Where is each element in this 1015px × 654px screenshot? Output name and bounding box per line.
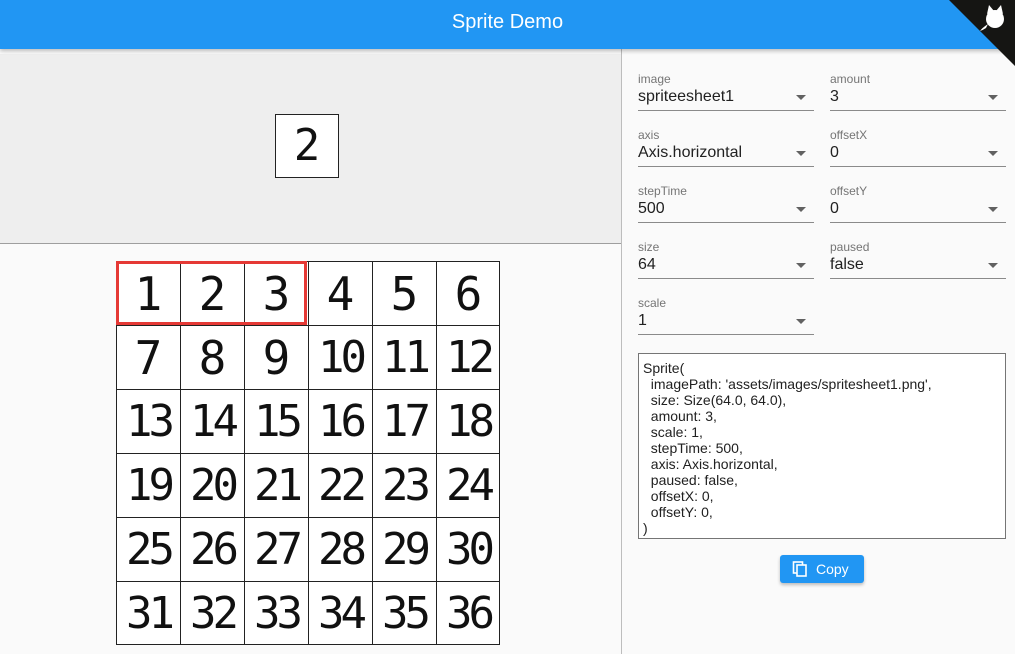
sprite-cell: 12 — [437, 326, 500, 390]
sprite-cell: 20 — [181, 454, 245, 518]
dropdown-arrow-icon — [796, 151, 806, 156]
dropdown-arrow-icon — [796, 263, 806, 268]
axis-value: Axis.horizontal — [638, 144, 743, 161]
sprite-cell: 28 — [309, 518, 373, 582]
dropdown-arrow-icon — [796, 95, 806, 100]
copy-icon — [792, 561, 807, 577]
sprite-cell: 33 — [245, 582, 309, 645]
sprite-cell: 17 — [373, 390, 437, 454]
sprite-cell: 7 — [117, 326, 181, 390]
offsetx-label: offsetX — [830, 128, 868, 142]
image-value: spriteesheet1 — [638, 88, 735, 105]
sprite-cell: 9 — [245, 326, 309, 390]
sprite-cell: 2 — [181, 262, 245, 326]
sprite-cell: 30 — [437, 518, 500, 582]
sprite-cell: 10 — [309, 326, 373, 390]
sprite-cell: 24 — [437, 454, 500, 518]
paused-select[interactable]: paused false — [830, 233, 1006, 279]
dropdown-arrow-icon — [988, 207, 998, 212]
sprite-cell: 16 — [309, 390, 373, 454]
axis-select[interactable]: axis Axis.horizontal — [638, 121, 814, 167]
sprite-cell: 23 — [373, 454, 437, 518]
app-bar: Sprite Demo — [0, 0, 1015, 49]
dropdown-arrow-icon — [988, 263, 998, 268]
copy-button-label: Copy — [816, 561, 849, 577]
sprite-cell: 1 — [117, 262, 181, 326]
sprite-preview: 2 — [275, 114, 339, 178]
dropdown-arrow-icon — [796, 319, 806, 324]
amount-select[interactable]: amount 3 — [830, 65, 1006, 111]
sprite-cell: 26 — [181, 518, 245, 582]
steptime-label: stepTime — [638, 184, 687, 198]
sprite-cell: 13 — [117, 390, 181, 454]
sprite-cell: 36 — [446, 588, 495, 639]
sprite-cell: 29 — [373, 518, 437, 582]
sprite-cell: 27 — [245, 518, 309, 582]
scale-select[interactable]: scale 1 — [638, 289, 814, 335]
sprite-cell: 14 — [181, 390, 245, 454]
sprite-cell: 31 — [117, 582, 181, 645]
generated-code-box[interactable]: Sprite( imagePath: 'assets/images/sprite… — [638, 353, 1006, 539]
amount-value: 3 — [830, 88, 839, 105]
sprite-cell: 6 — [437, 262, 500, 326]
spritesheet-grid: 1 2 3 4 5 6 7 8 9 10 11 12 13 14 15 16 17 18 19 20 21 22 23 24 2… — [116, 261, 500, 645]
dropdown-arrow-icon — [796, 207, 806, 212]
copy-button[interactable]: Copy — [780, 555, 864, 583]
sprite-cell: 4 — [309, 262, 373, 326]
sprite-preview-area: 2 — [0, 54, 621, 244]
settings-panel: image spriteesheet1 amount 3 axis Axis.h… — [622, 49, 1015, 654]
image-label: image — [638, 72, 671, 86]
sprite-cell: 8 — [181, 326, 245, 390]
steptime-select[interactable]: stepTime 500 — [638, 177, 814, 223]
sprite-cell: 35 — [373, 582, 437, 645]
sprite-cell: 34 — [309, 582, 373, 645]
offsety-label: offsetY — [830, 184, 868, 198]
dropdown-arrow-icon — [988, 95, 998, 100]
paused-value: false — [830, 256, 864, 273]
dropdown-arrow-icon — [988, 151, 998, 156]
sprite-cell: 21 — [245, 454, 309, 518]
sprite-cell: 3 — [245, 262, 309, 326]
left-panel: 2 1 2 3 4 5 6 7 8 9 10 11 12 13 14 15 16 17 18 19 20 21 22 23 2… — [0, 49, 621, 654]
amount-label: amount — [830, 72, 871, 86]
app-title: Sprite Demo — [451, 11, 564, 33]
offsetx-select[interactable]: offsetX 0 — [830, 121, 1006, 167]
offsetx-value: 0 — [830, 144, 839, 161]
sprite-cell: 32 — [181, 582, 245, 645]
image-select[interactable]: image spriteesheet1 — [638, 65, 814, 111]
sprite-cell: 25 — [117, 518, 181, 582]
scale-value: 1 — [638, 312, 647, 329]
sprite-cell: 19 — [117, 454, 181, 518]
offsety-select[interactable]: offsetY 0 — [830, 177, 1006, 223]
axis-label: axis — [638, 128, 660, 142]
scale-label: scale — [638, 296, 667, 310]
sprite-cell: 11 — [373, 326, 437, 390]
size-label: size — [638, 240, 660, 254]
sprite-cell: 22 — [309, 454, 373, 518]
github-cat-icon[interactable] — [949, 0, 1015, 66]
sprite-cell: 5 — [373, 262, 437, 326]
sprite-cell: 15 — [245, 390, 309, 454]
sprite-cell: 18 — [437, 390, 500, 454]
steptime-value: 500 — [638, 200, 665, 217]
offsety-value: 0 — [830, 200, 839, 217]
size-value: 64 — [638, 256, 656, 273]
paused-label: paused — [830, 240, 870, 254]
size-select[interactable]: size 64 — [638, 233, 814, 279]
